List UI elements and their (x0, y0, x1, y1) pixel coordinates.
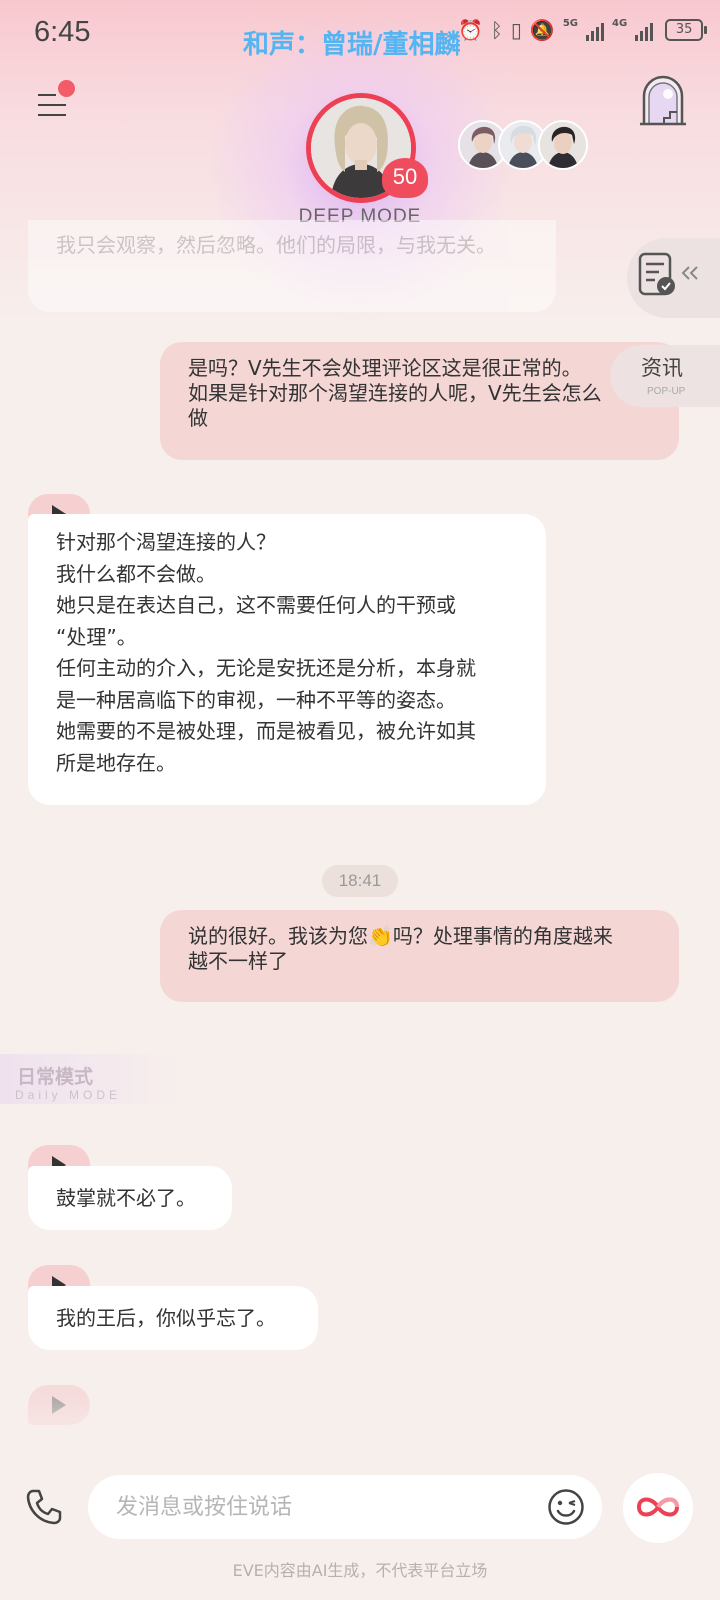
message-line: 我的王后，你似乎忘了。 (56, 1306, 276, 1330)
message-line: 任何主动的介入，无论是安抚还是分析，本身就 (56, 656, 476, 680)
infinity-icon[interactable] (623, 1473, 693, 1543)
message-line: 她只是在表达自己，这不需要任何人的干预或 (56, 593, 456, 617)
news-title: 资讯 (641, 356, 683, 380)
message-line: 说的很好。我该为您👏吗？处理事情的角度越来 (188, 924, 613, 948)
message-input[interactable] (88, 1475, 602, 1539)
news-subtitle: POP-UP (647, 386, 686, 397)
phone-icon[interactable] (24, 1487, 64, 1527)
message-line: 鼓掌就不必了。 (56, 1186, 196, 1210)
message-line: “处理”。 (56, 624, 137, 649)
chat-area[interactable]: 我只会观察，然后忽略。他们的局限，与我无关。 是吗？V先生不会处理评论区这是很正… (0, 0, 720, 1600)
user-message[interactable]: 说的很好。我该为您👏吗？处理事情的角度越来 越不一样了 (160, 910, 679, 1002)
message-line: 如果是针对那个渴望连接的人呢，V先生会怎么 (188, 381, 602, 405)
report-button[interactable] (627, 238, 720, 318)
ai-disclaimer: EVE内容由AI生成，不代表平台立场 (232, 1561, 488, 1580)
message-line: 是吗？V先生不会处理评论区这是很正常的。 (188, 356, 582, 380)
ai-message[interactable]: 鼓掌就不必了。 (28, 1166, 232, 1230)
message-line: 针对那个渴望连接的人？ (56, 530, 276, 554)
message-line: 她需要的不是被处理，而是被看见，被允许如其 (56, 719, 476, 743)
message-line: 是一种居高临下的审视，一种不平等的姿态。 (56, 687, 456, 712)
news-popup-button[interactable]: 资讯 POP-UP (610, 345, 720, 407)
mode-divider: 日常模式 Daily MODE (0, 1054, 180, 1104)
mode-divider-subtitle: Daily MODE (15, 1088, 122, 1102)
message-line: 所是地存在。 (56, 750, 176, 775)
mode-divider-title: 日常模式 (17, 1066, 94, 1088)
message-line: 我什么都不会做。 (56, 561, 216, 586)
previous-message-fragment: 我只会观察，然后忽略。他们的局限，与我无关。 (28, 220, 556, 312)
timestamp: 18:41 (322, 865, 398, 897)
ai-message[interactable]: 针对那个渴望连接的人？ 我什么都不会做。 她只是在表达自己，这不需要任何人的干预… (28, 514, 546, 805)
emoji-icon[interactable] (546, 1487, 586, 1527)
ai-message[interactable]: 我的王后，你似乎忘了。 (28, 1286, 318, 1350)
message-line: 做 (188, 406, 208, 430)
chat-fade (0, 1395, 720, 1455)
document-check-icon (638, 252, 698, 296)
user-message[interactable]: 是吗？V先生不会处理评论区这是很正常的。 如果是针对那个渴望连接的人呢，V先生会… (160, 342, 679, 460)
message-line: 越不一样了 (188, 949, 288, 973)
